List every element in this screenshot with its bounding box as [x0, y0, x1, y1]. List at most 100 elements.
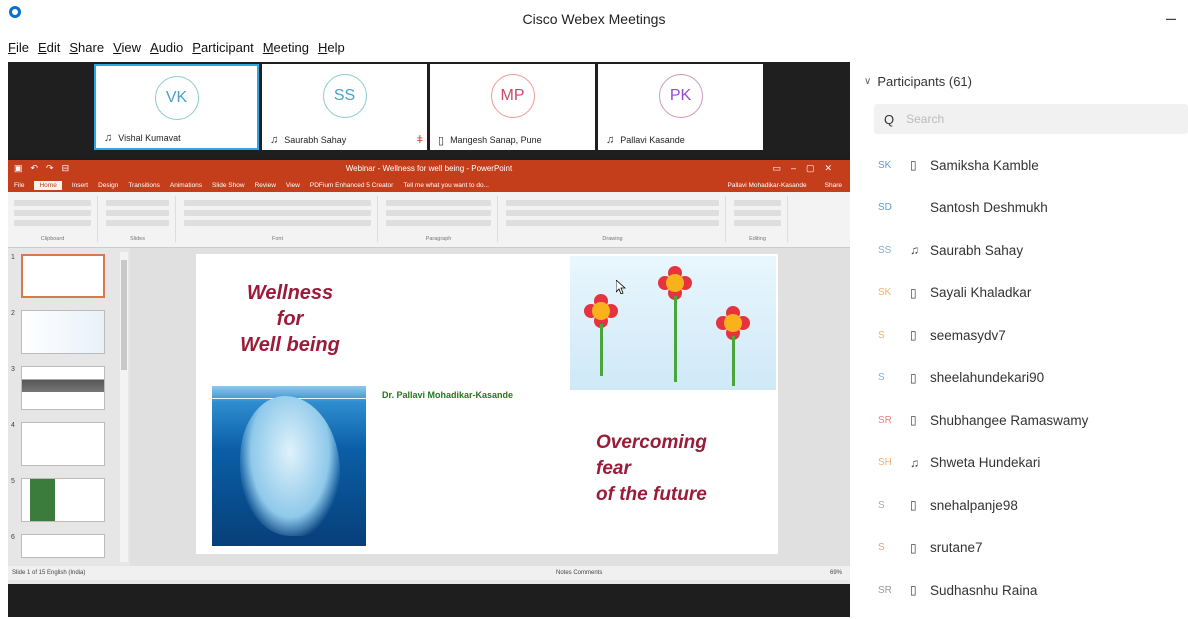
- ppt-tab[interactable]: Transitions: [128, 182, 160, 189]
- participant-name: snehalpanje98: [930, 497, 1018, 513]
- participant-name: Shweta Hundekari: [930, 455, 1041, 471]
- shared-powerpoint: ▣↶↷⊟ Webinar - Wellness for well being -…: [8, 160, 850, 584]
- avatar: SS: [322, 74, 367, 118]
- menu-file[interactable]: File: [8, 40, 29, 60]
- participant-row[interactable]: SD Santosh Deshmukh: [852, 187, 1188, 230]
- avatar: SH: [878, 457, 892, 469]
- ppt-tab[interactable]: Design: [98, 182, 118, 189]
- ppt-tab[interactable]: Review: [255, 182, 276, 189]
- device-icon: ▯: [910, 583, 917, 598]
- participant-name: Sayali Khaladkar: [930, 285, 1032, 301]
- chevron-down-icon: ∨: [864, 76, 872, 87]
- phone-icon: ▯: [438, 134, 445, 147]
- avatar: S: [878, 372, 885, 384]
- video-tile[interactable]: SS ♫ Saurabh Sahay ǂ: [262, 64, 427, 150]
- avatar: VK: [154, 76, 199, 120]
- menu-meeting[interactable]: Meeting: [263, 40, 309, 60]
- video-tile[interactable]: VK ♫ Vishal Kumavat: [94, 64, 259, 150]
- meeting-stage: VK ♫ Vishal Kumavat SS ♫ Saurabh Sahay ǂ…: [8, 62, 850, 617]
- ppt-share-button[interactable]: Share: [825, 182, 842, 189]
- ppt-tab[interactable]: Insert: [72, 182, 88, 189]
- ppt-tab[interactable]: Slide Show: [212, 182, 245, 189]
- current-slide: Wellness for Well being Dr. Pallavi Moha…: [196, 254, 778, 554]
- audio-icon: ♫: [606, 134, 615, 146]
- participant-name: Mangesh Sanap, Pune: [450, 135, 542, 145]
- ppt-tab-home[interactable]: Home: [34, 180, 62, 190]
- participant-row[interactable]: S ▯ srutane7: [852, 527, 1188, 570]
- avatar: SK: [878, 159, 892, 171]
- participant-row[interactable]: SK ▯ Samiksha Kamble: [852, 144, 1188, 187]
- device-icon: ▯: [910, 413, 917, 428]
- menu-edit[interactable]: Edit: [38, 40, 60, 60]
- slide-thumbnail[interactable]: [21, 310, 105, 354]
- participants-panel: ∨ Participants (61) Q Search SK ▯ Samiksha…: [852, 62, 1188, 619]
- participant-row[interactable]: SR ▯ Shubhangee Ramaswamy: [852, 399, 1188, 442]
- participant-search-input[interactable]: Q Search: [874, 104, 1188, 134]
- ppt-tab[interactable]: PDFium Enhanced 5 Creator: [310, 182, 393, 189]
- ribbon-group-paragraph: Paragraph: [380, 196, 498, 242]
- slide-author: Dr. Pallavi Mohadikar-Kasande: [382, 390, 514, 400]
- ribbon-group-slides: Slides: [100, 196, 176, 242]
- slide-thumbnail[interactable]: [21, 534, 105, 558]
- participant-row[interactable]: SK ▯ Sayali Khaladkar: [852, 272, 1188, 315]
- ppt-user: Pallavi Mohadikar-Kasande: [727, 181, 807, 189]
- participant-row[interactable]: S ▯ sheelahundekari90: [852, 357, 1188, 400]
- avatar: PK: [658, 74, 703, 118]
- video-tile[interactable]: MP ▯ Mangesh Sanap, Pune: [430, 64, 595, 150]
- zoom-level[interactable]: 69%: [830, 570, 842, 576]
- ribbon-group-font: Font: [178, 196, 378, 242]
- webex-window: Cisco Webex Meetings – File Edit Share V…: [0, 0, 1188, 619]
- participant-row[interactable]: SH ♫ Shweta Hundekari: [852, 442, 1188, 485]
- thumbnails-scrollbar[interactable]: [120, 252, 128, 562]
- menu-share[interactable]: Share: [69, 40, 104, 60]
- slide-counter: Slide 1 of 15 English (India): [12, 570, 86, 576]
- ribbon-group-drawing: Drawing: [500, 196, 726, 242]
- menu-participant[interactable]: Participant: [192, 40, 253, 60]
- participant-name: srutane7: [930, 540, 983, 556]
- slide-thumbnail[interactable]: [21, 478, 105, 522]
- slide-subheading: Overcoming fear of the future: [596, 432, 707, 505]
- participant-name: Samiksha Kamble: [930, 157, 1039, 173]
- participant-row[interactable]: S ▯ snehalpanje98: [852, 484, 1188, 527]
- participants-header[interactable]: ∨ Participants (61): [864, 74, 972, 89]
- video-tile[interactable]: PK ♫ Pallavi Kasande: [598, 64, 763, 150]
- ppt-tab[interactable]: View: [286, 182, 300, 189]
- participant-name: seemasydv7: [930, 327, 1006, 343]
- iceberg-image: [212, 386, 366, 546]
- participant-name: Sudhasnhu Raina: [930, 582, 1038, 598]
- participant-row[interactable]: S ▯ seemasydv7: [852, 314, 1188, 357]
- participant-name: Vishal Kumavat: [118, 133, 181, 143]
- ppt-tab[interactable]: File: [14, 182, 24, 189]
- avatar: S: [878, 542, 885, 554]
- avatar: SR: [878, 584, 892, 596]
- menu-help[interactable]: Help: [318, 40, 345, 60]
- ppt-window-title: Webinar - Wellness for well being - Powe…: [345, 164, 513, 173]
- avatar: SS: [878, 244, 892, 256]
- avatar: MP: [490, 74, 535, 118]
- slide-thumbnail[interactable]: [21, 366, 105, 410]
- ppt-tell-me[interactable]: Tell me what you want to do...: [403, 182, 489, 189]
- participant-name: Pallavi Kasande: [620, 135, 685, 145]
- video-filmstrip: VK ♫ Vishal Kumavat SS ♫ Saurabh Sahay ǂ…: [8, 62, 850, 154]
- avatar: S: [878, 499, 885, 511]
- ppt-window-controls: ▭–▢✕: [772, 163, 842, 173]
- slide-heading: Wellness for Well being: [240, 282, 340, 356]
- flowers-image: [570, 256, 776, 390]
- menu-audio[interactable]: Audio: [150, 40, 183, 60]
- participant-row[interactable]: SR ▯ Sudhasnhu Raina: [852, 569, 1188, 612]
- ribbon-group-editing: Editing: [728, 196, 788, 242]
- participant-row[interactable]: SS ♫ Saurabh Sahay: [852, 229, 1188, 272]
- menu-view[interactable]: View: [113, 40, 141, 60]
- minimize-button[interactable]: –: [1166, 8, 1176, 29]
- participant-name: Shubhangee Ramaswamy: [930, 412, 1089, 428]
- slide-thumbnail[interactable]: [21, 254, 105, 298]
- notes-comments-buttons[interactable]: Notes Comments: [556, 570, 602, 576]
- slide-thumbnails-pane: 1 2 3 4 5 6: [8, 248, 130, 566]
- ppt-tab[interactable]: Animations: [170, 182, 202, 189]
- device-icon: ▯: [910, 498, 917, 513]
- slide-canvas: Wellness for Well being Dr. Pallavi Moha…: [130, 248, 850, 566]
- ppt-status-bar: Slide 1 of 15 English (India) Notes Comm…: [8, 566, 850, 580]
- avatar: SD: [878, 202, 892, 214]
- device-icon: ▯: [910, 328, 917, 343]
- slide-thumbnail[interactable]: [21, 422, 105, 466]
